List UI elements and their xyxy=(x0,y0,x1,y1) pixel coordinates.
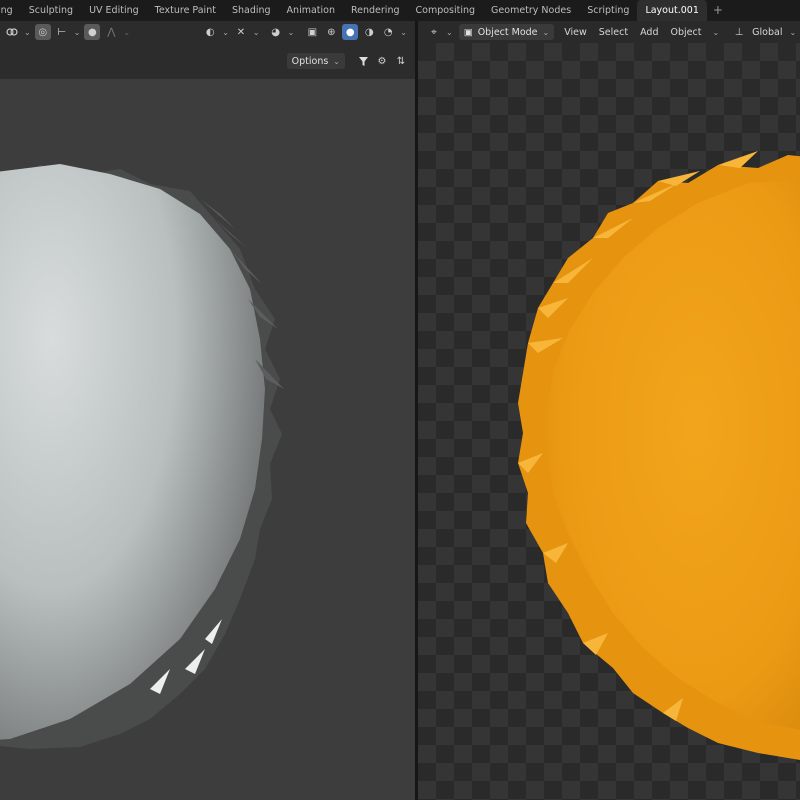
right-render-viewport[interactable] xyxy=(418,43,800,800)
gizmo-icon[interactable]: ✕ xyxy=(233,24,249,40)
menu-select[interactable]: Select xyxy=(593,27,634,38)
menu-add[interactable]: Add xyxy=(634,27,664,38)
tab-geometry-nodes[interactable]: Geometry Nodes xyxy=(483,0,579,21)
orange-fur-sphere xyxy=(518,151,800,760)
editor-type-icon[interactable]: ⌖ xyxy=(426,24,442,40)
settings-gear-icon[interactable]: ⚙ xyxy=(374,53,390,69)
object-mode-label: Object Mode xyxy=(477,26,538,38)
tab-animation[interactable]: Animation xyxy=(279,0,343,21)
proportional-edit-icon[interactable]: ● xyxy=(84,24,101,40)
left-viewport-panel: ⌄ ◎ ⊢ ⌄ ● ⋀ ⌄ ◐ ⌄ ✕ ⌄ ◕ ⌄ ▣ ⊕ ● ◑ ◔ ⌄ Op… xyxy=(0,21,415,800)
object-mode-dropdown[interactable]: ▣ Object Mode ⌄ xyxy=(458,24,555,40)
tab-layout-partial[interactable]: ing xyxy=(0,0,21,21)
chevron-down-icon[interactable]: ⌄ xyxy=(74,28,81,37)
rendered-shading-icon[interactable]: ◔ xyxy=(380,24,396,40)
transform-orientation-label[interactable]: Global xyxy=(750,27,788,38)
snap-target-icon[interactable]: ⊢ xyxy=(54,24,70,40)
add-workspace-button[interactable]: + xyxy=(707,0,729,21)
chevron-down-icon[interactable]: ⌄ xyxy=(446,28,453,37)
chevron-down-icon[interactable]: ⌄ xyxy=(123,28,130,37)
chevron-down-icon[interactable]: ⌄ xyxy=(789,28,796,37)
tab-compositing[interactable]: Compositing xyxy=(408,0,484,21)
menu-object[interactable]: Object xyxy=(665,27,708,38)
overlay-icon[interactable]: ◕ xyxy=(268,24,284,40)
chevron-down-icon[interactable]: ⌄ xyxy=(712,28,719,37)
chevron-down-icon: ⌄ xyxy=(333,56,340,66)
chevron-down-icon[interactable]: ⌄ xyxy=(288,28,295,37)
tab-uv-editing[interactable]: UV Editing xyxy=(81,0,147,21)
link-icon[interactable] xyxy=(4,24,20,40)
gray-fur-sphere xyxy=(0,164,284,749)
visibility-icon[interactable]: ◐ xyxy=(202,24,218,40)
wireframe-shading-icon[interactable]: ⊕ xyxy=(323,24,339,40)
xray-icon[interactable]: ▣ xyxy=(304,24,320,40)
workspace-tab-bar: ing Sculpting UV Editing Texture Paint S… xyxy=(0,0,800,22)
solid-shading-icon[interactable]: ● xyxy=(342,24,359,40)
tab-layout-001[interactable]: Layout.001 xyxy=(637,0,707,21)
menu-view[interactable]: View xyxy=(558,27,593,38)
left-viewport-toolbar: Options ⌄ ⚙ ⇅ xyxy=(0,43,415,79)
tab-shading[interactable]: Shading xyxy=(224,0,279,21)
options-dropdown[interactable]: Options ⌄ xyxy=(286,53,345,69)
chevron-down-icon: ⌄ xyxy=(542,27,550,37)
falloff-icon[interactable]: ⋀ xyxy=(103,24,119,40)
snap-icon[interactable]: ◎ xyxy=(34,24,51,40)
transform-orientation-icon[interactable]: ⊥ xyxy=(731,24,747,40)
chevron-down-icon[interactable]: ⌄ xyxy=(253,28,260,37)
chevron-down-icon[interactable]: ⌄ xyxy=(222,28,229,37)
filter-icon[interactable] xyxy=(355,53,371,69)
left-3d-viewport[interactable] xyxy=(0,79,415,800)
right-viewport-header: ⌖ ⌄ ▣ Object Mode ⌄ View Select Add Obje… xyxy=(418,21,800,43)
tab-rendering[interactable]: Rendering xyxy=(343,0,408,21)
chevron-down-icon[interactable]: ⌄ xyxy=(24,28,31,37)
tab-scripting[interactable]: Scripting xyxy=(579,0,637,21)
tab-sculpting[interactable]: Sculpting xyxy=(21,0,81,21)
right-viewport-panel: ⌖ ⌄ ▣ Object Mode ⌄ View Select Add Obje… xyxy=(418,21,800,800)
object-mode-icon: ▣ xyxy=(463,26,473,38)
chevron-down-icon[interactable]: ⌄ xyxy=(400,28,407,37)
material-shading-icon[interactable]: ◑ xyxy=(361,24,377,40)
left-viewport-header: ⌄ ◎ ⊢ ⌄ ● ⋀ ⌄ ◐ ⌄ ✕ ⌄ ◕ ⌄ ▣ ⊕ ● ◑ ◔ ⌄ xyxy=(0,21,415,43)
sort-icon[interactable]: ⇅ xyxy=(393,53,409,69)
tab-texture-paint[interactable]: Texture Paint xyxy=(147,0,224,21)
options-label: Options xyxy=(291,55,329,67)
